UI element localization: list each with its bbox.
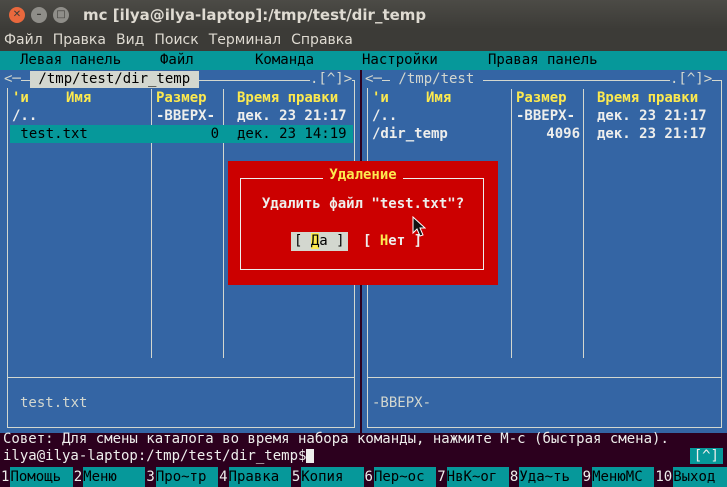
right-panel-corner-right[interactable]: .[^]> xyxy=(670,71,713,88)
right-row-dir-size: 4096 xyxy=(546,126,580,142)
no-button-open: [ xyxy=(363,233,380,249)
fkey-6-move[interactable]: 6 Пер~ос xyxy=(363,467,437,487)
menu-terminal[interactable]: Терминал xyxy=(209,32,281,48)
right-col-name[interactable]: Имя xyxy=(426,89,451,107)
right-col-sep-2 xyxy=(583,89,584,358)
right-panel-path: /tmp/test xyxy=(390,71,483,88)
fkey-4-edit[interactable]: 4 Правка xyxy=(218,467,291,487)
close-icon[interactable]: ✕ xyxy=(9,6,25,23)
right-mini-sep xyxy=(367,377,722,378)
right-row-dir-name[interactable]: /dir_temp xyxy=(372,125,448,143)
right-row-dir-time: дек. 23 21:17 xyxy=(597,126,707,142)
mc-menu-options[interactable]: Настройки xyxy=(362,51,438,70)
left-col-name[interactable]: Имя xyxy=(66,89,91,107)
menu-search[interactable]: Поиск xyxy=(154,32,198,48)
right-row-updir-size: -ВВЕРХ- xyxy=(516,108,576,124)
menu-file[interactable]: Файл xyxy=(4,32,43,48)
terminal-area: Левая панель Файл Команда Настройки Прав… xyxy=(0,51,727,487)
menu-edit[interactable]: Правка xyxy=(53,32,106,48)
right-mini-status: -ВВЕРХ- xyxy=(372,395,432,411)
function-key-bar: 1 Помощь 2 Меню 3 Про~тр 4 Правка 5 Копия 6 Пе… xyxy=(0,467,727,487)
right-col-time[interactable]: Время правки xyxy=(597,89,698,107)
fkey-5-copy[interactable]: 5 Копия xyxy=(290,467,364,487)
menu-view[interactable]: Вид xyxy=(116,32,144,48)
maximize-icon[interactable]: □ xyxy=(53,6,69,23)
minimize-icon[interactable]: – xyxy=(31,6,47,23)
left-row-updir-size: -ВВЕРХ- xyxy=(156,108,216,124)
left-mini-status: test.txt xyxy=(20,395,88,411)
fkey-8-delete[interactable]: 8 Уда~ть xyxy=(508,467,582,487)
terminal-menubar: Файл Правка Вид Поиск Терминал Справка xyxy=(0,29,727,51)
delete-dialog-title: Удаление xyxy=(323,167,403,183)
window-titlebar: ✕ – □ mc [ilya@ilya-laptop]:/tmp/test/di… xyxy=(0,0,727,29)
delete-dialog: Удаление Удалить файл "test.txt"? [ Да ]… xyxy=(228,161,498,285)
left-mini-sep xyxy=(7,377,355,378)
right-row-updir-name[interactable]: /.. xyxy=(372,107,397,125)
yes-button-open: [ xyxy=(294,233,311,249)
window-title: mc [ilya@ilya-laptop]:/tmp/test/dir_temp xyxy=(83,5,427,24)
left-row-selected[interactable]: test.txt 0 дек. 23 14:19 xyxy=(10,125,353,143)
right-panel-corner-left[interactable]: <─ xyxy=(365,71,382,88)
yes-button-rest: а ] xyxy=(319,233,345,249)
shell-prompt-text: ilya@ilya-laptop:/tmp/test/dir_temp$ xyxy=(3,448,307,464)
yes-button[interactable]: [ Да ] xyxy=(291,232,348,251)
hint-line: Совет: Для смены каталога во время набор… xyxy=(3,431,669,447)
right-col-size[interactable]: Размер xyxy=(516,89,567,107)
fkey-2-menu[interactable]: 2 Меню xyxy=(72,467,146,487)
left-col-size[interactable]: Размер xyxy=(156,89,207,107)
fkey-3-view[interactable]: 3 Про~тр xyxy=(145,467,219,487)
right-row-updir-time: дек. 23 21:17 xyxy=(597,108,707,124)
left-row-file-time: дек. 23 14:19 xyxy=(237,126,347,142)
mouse-pointer-icon xyxy=(412,216,426,237)
mc-menubar: Левая панель Файл Команда Настройки Прав… xyxy=(0,51,727,70)
left-panel-path: /tmp/test/dir_temp xyxy=(30,71,199,88)
fkey-1-help[interactable]: 1 Помощь xyxy=(0,467,73,487)
right-sort-marker[interactable]: 'и xyxy=(372,89,389,107)
left-row-file-name: test.txt xyxy=(12,126,88,142)
left-panel-corner-left[interactable]: <─ xyxy=(4,71,21,88)
fkey-10-exit[interactable]: 10 Выход xyxy=(654,467,727,487)
shell-prompt[interactable]: ilya@ilya-laptop:/tmp/test/dir_temp$ xyxy=(3,448,315,464)
mc-menu-right-panel[interactable]: Правая панель xyxy=(488,51,598,70)
mc-menu-command[interactable]: Команда xyxy=(255,51,314,70)
command-history-button[interactable]: [^] xyxy=(689,448,723,464)
left-panel-corner-right[interactable]: .[^]> xyxy=(310,71,353,88)
left-col-time[interactable]: Время правки xyxy=(237,89,338,107)
mc-menu-left-panel[interactable]: Левая панель xyxy=(20,51,121,70)
left-row-updir-time: дек. 23 21:17 xyxy=(237,108,347,124)
fkey-7-mkdir[interactable]: 7 НвК~ог xyxy=(436,467,509,487)
text-cursor xyxy=(306,449,315,463)
fkey-9-menumc[interactable]: 9 МенюMC xyxy=(581,467,655,487)
delete-dialog-frame xyxy=(240,178,484,270)
mc-menu-file[interactable]: Файл xyxy=(160,51,194,70)
left-row-updir-name[interactable]: /.. xyxy=(12,107,37,125)
delete-dialog-message: Удалить файл "test.txt"? xyxy=(261,196,465,212)
left-row-file-size: 0 xyxy=(210,126,219,142)
menu-help[interactable]: Справка xyxy=(291,32,353,48)
left-sort-marker[interactable]: 'и xyxy=(12,89,29,107)
